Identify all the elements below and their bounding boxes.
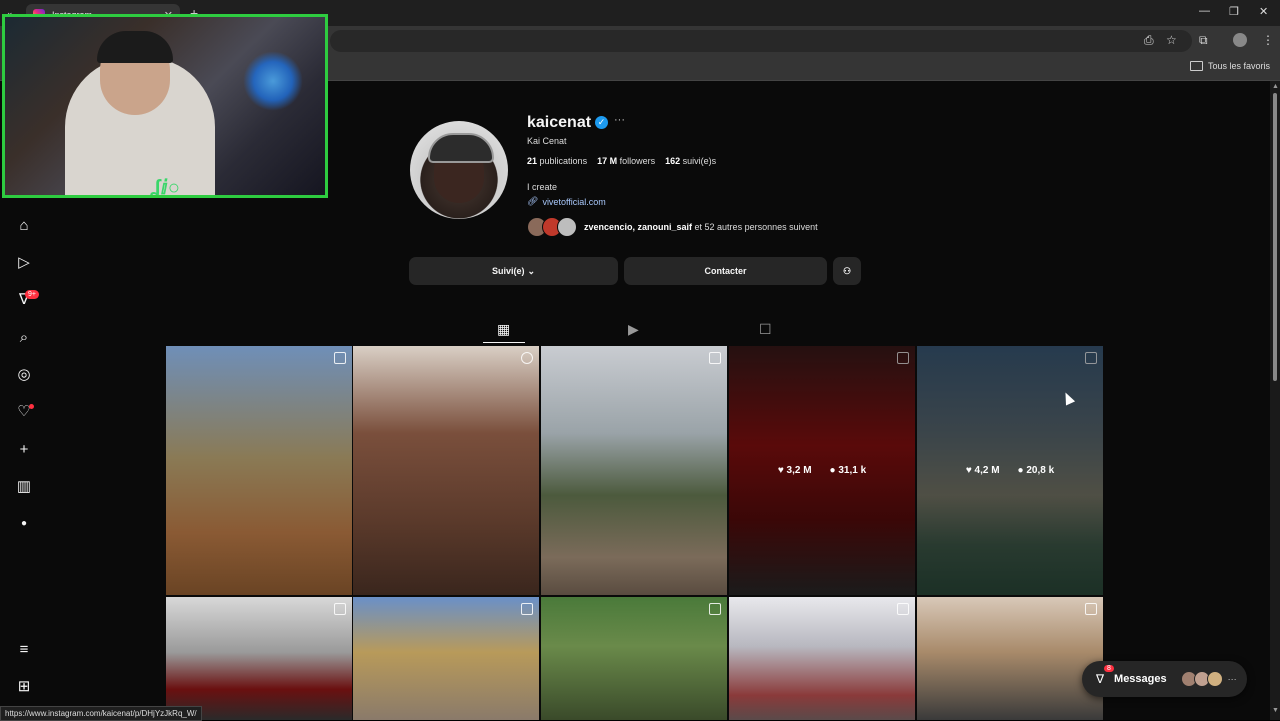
post-tile[interactable] (729, 597, 915, 720)
restore-icon[interactable]: ❐ (1229, 5, 1239, 18)
post-tile[interactable] (353, 346, 539, 595)
post-tile[interactable] (541, 346, 727, 595)
activity-dot (29, 404, 34, 409)
verified-badge-icon: ✓ (595, 116, 608, 129)
scroll-up-arrow-icon[interactable]: ▲ (1272, 83, 1279, 90)
menu-icon[interactable]: ≡ (15, 640, 33, 658)
post-hover-stats: ♥ 3,2 M ● 31,1 k (729, 346, 915, 595)
suggest-users-button[interactable]: ⚇ (833, 257, 861, 285)
reel-icon (521, 352, 533, 364)
heart-filled-icon: ♥ (965, 465, 972, 476)
extensions-icon[interactable]: ⧉ (1199, 33, 1208, 48)
messenger-icon: ∇ 8 (1096, 665, 1114, 686)
carousel-icon (334, 603, 346, 615)
chevron-down-icon: ⌄ (527, 265, 536, 276)
followed-by[interactable]: zvencencio, zanouni_saif et 52 autres pe… (527, 217, 818, 237)
bookmark-star-icon[interactable]: ☆ (1166, 33, 1177, 47)
apps-icon[interactable]: ⊞ (15, 677, 33, 695)
heart-filled-icon: ♥ (777, 465, 784, 476)
profile-link-text[interactable]: vivetofficial.com (542, 197, 605, 207)
home-icon[interactable]: ⌂ (15, 216, 33, 234)
more-options-icon[interactable]: ··· (614, 114, 625, 126)
streamer-cap (97, 31, 173, 63)
bookmark-folder-label: Tous les favoris (1207, 61, 1270, 71)
create-icon[interactable]: + (15, 440, 33, 458)
message-avatars (1180, 671, 1223, 687)
likes-stat: ♥ 3,2 M (777, 465, 812, 476)
tab-tagged-icon[interactable]: ☐ (759, 321, 772, 338)
post-tile[interactable] (166, 346, 352, 595)
follower-avatar (557, 217, 577, 237)
link-icon: 🔗︎ (527, 196, 539, 206)
tab-posts-grid-icon[interactable]: ▦ (497, 321, 510, 338)
followed-by-text: zvencencio, zanouni_saif et 52 autres pe… (584, 222, 818, 232)
carousel-icon (521, 603, 533, 615)
carousel-icon (709, 352, 721, 364)
comments-stat: ● 20,8 k (1017, 465, 1055, 476)
status-bar-url: https://www.instagram.com/kaicenat/p/DHj… (0, 706, 202, 721)
profile-stats: 21 publications 17 M followers 162 suivi… (527, 156, 716, 166)
following-stat[interactable]: 162 suivi(e)s (665, 156, 716, 166)
comment-icon: ● (1017, 465, 1024, 476)
webcam-overlay: ʆⅈ○ (2, 14, 328, 198)
notifications-badge: 9+ (25, 290, 39, 299)
messages-button[interactable]: ∇ 8 Messages ··· (1082, 661, 1247, 697)
profile-hat (428, 133, 494, 163)
minimize-icon[interactable]: — (1199, 5, 1210, 17)
browser-menu-icon[interactable]: ⋮ (1262, 33, 1274, 47)
following-button[interactable]: Suivi(e) ⌄ (409, 257, 618, 285)
add-person-icon: ⚇ (842, 265, 852, 276)
profile-full-name: Kai Cenat (527, 136, 567, 146)
active-tab-indicator (483, 342, 525, 343)
carousel-icon (709, 603, 721, 615)
posts-stat: 21 publications (527, 156, 588, 166)
messages-label: Messages (1114, 673, 1167, 685)
followers-stat[interactable]: 17 M followers (597, 156, 655, 166)
scroll-down-arrow-icon[interactable]: ▼ (1272, 707, 1279, 714)
folder-icon (1189, 61, 1203, 71)
likes-stat: ♥ 4,2 M (965, 465, 1000, 476)
reels-icon[interactable]: ▷ (15, 253, 33, 271)
post-tile[interactable] (917, 597, 1103, 720)
profile-picture[interactable] (410, 121, 508, 219)
explore-icon[interactable]: ◎ (15, 365, 33, 383)
comment-icon: ● (829, 465, 836, 476)
carousel-icon (334, 352, 346, 364)
all-bookmarks-folder[interactable]: Tous les favoris (1189, 61, 1270, 71)
profile-avatar-nav-icon[interactable]: ● (15, 514, 33, 532)
install-app-icon[interactable]: ⎙ (1144, 33, 1154, 48)
carousel-icon (897, 603, 909, 615)
comments-stat: ● 31,1 k (829, 465, 867, 476)
dashboard-icon[interactable]: ▥ (15, 477, 33, 495)
address-bar[interactable] (330, 30, 1192, 52)
hexagon-lights (243, 51, 303, 111)
tab-reels-icon[interactable]: ▶ (628, 321, 639, 338)
close-window-icon[interactable]: ✕ (1259, 5, 1268, 18)
post-tile[interactable] (166, 597, 352, 720)
stream-logo: ʆⅈ○ (150, 177, 180, 198)
post-tile[interactable] (541, 597, 727, 720)
profile-avatar-icon[interactable] (1233, 33, 1247, 47)
profile-bio: I create (527, 182, 558, 192)
carousel-icon (1085, 603, 1097, 615)
profile-link[interactable]: 🔗︎ vivetofficial.com (527, 196, 606, 207)
post-tile[interactable]: ♥ 3,2 M ● 31,1 k (729, 346, 915, 595)
post-hover-stats: ♥ 4,2 M ● 20,8 k (917, 346, 1103, 595)
contact-button[interactable]: Contacter (624, 257, 827, 285)
contact-avatar (1206, 671, 1223, 687)
more-icon: ··· (1227, 674, 1237, 684)
messages-badge: 8 (1104, 665, 1114, 672)
scroll-thumb[interactable] (1273, 93, 1277, 381)
search-icon[interactable]: ⌕ (15, 328, 33, 346)
post-tile[interactable]: ♥ 4,2 M ● 20,8 k (917, 346, 1103, 595)
profile-username: kaicenat (527, 114, 592, 131)
page-scrollbar[interactable]: ▲ ▼ (1270, 81, 1280, 720)
post-tile[interactable] (353, 597, 539, 720)
